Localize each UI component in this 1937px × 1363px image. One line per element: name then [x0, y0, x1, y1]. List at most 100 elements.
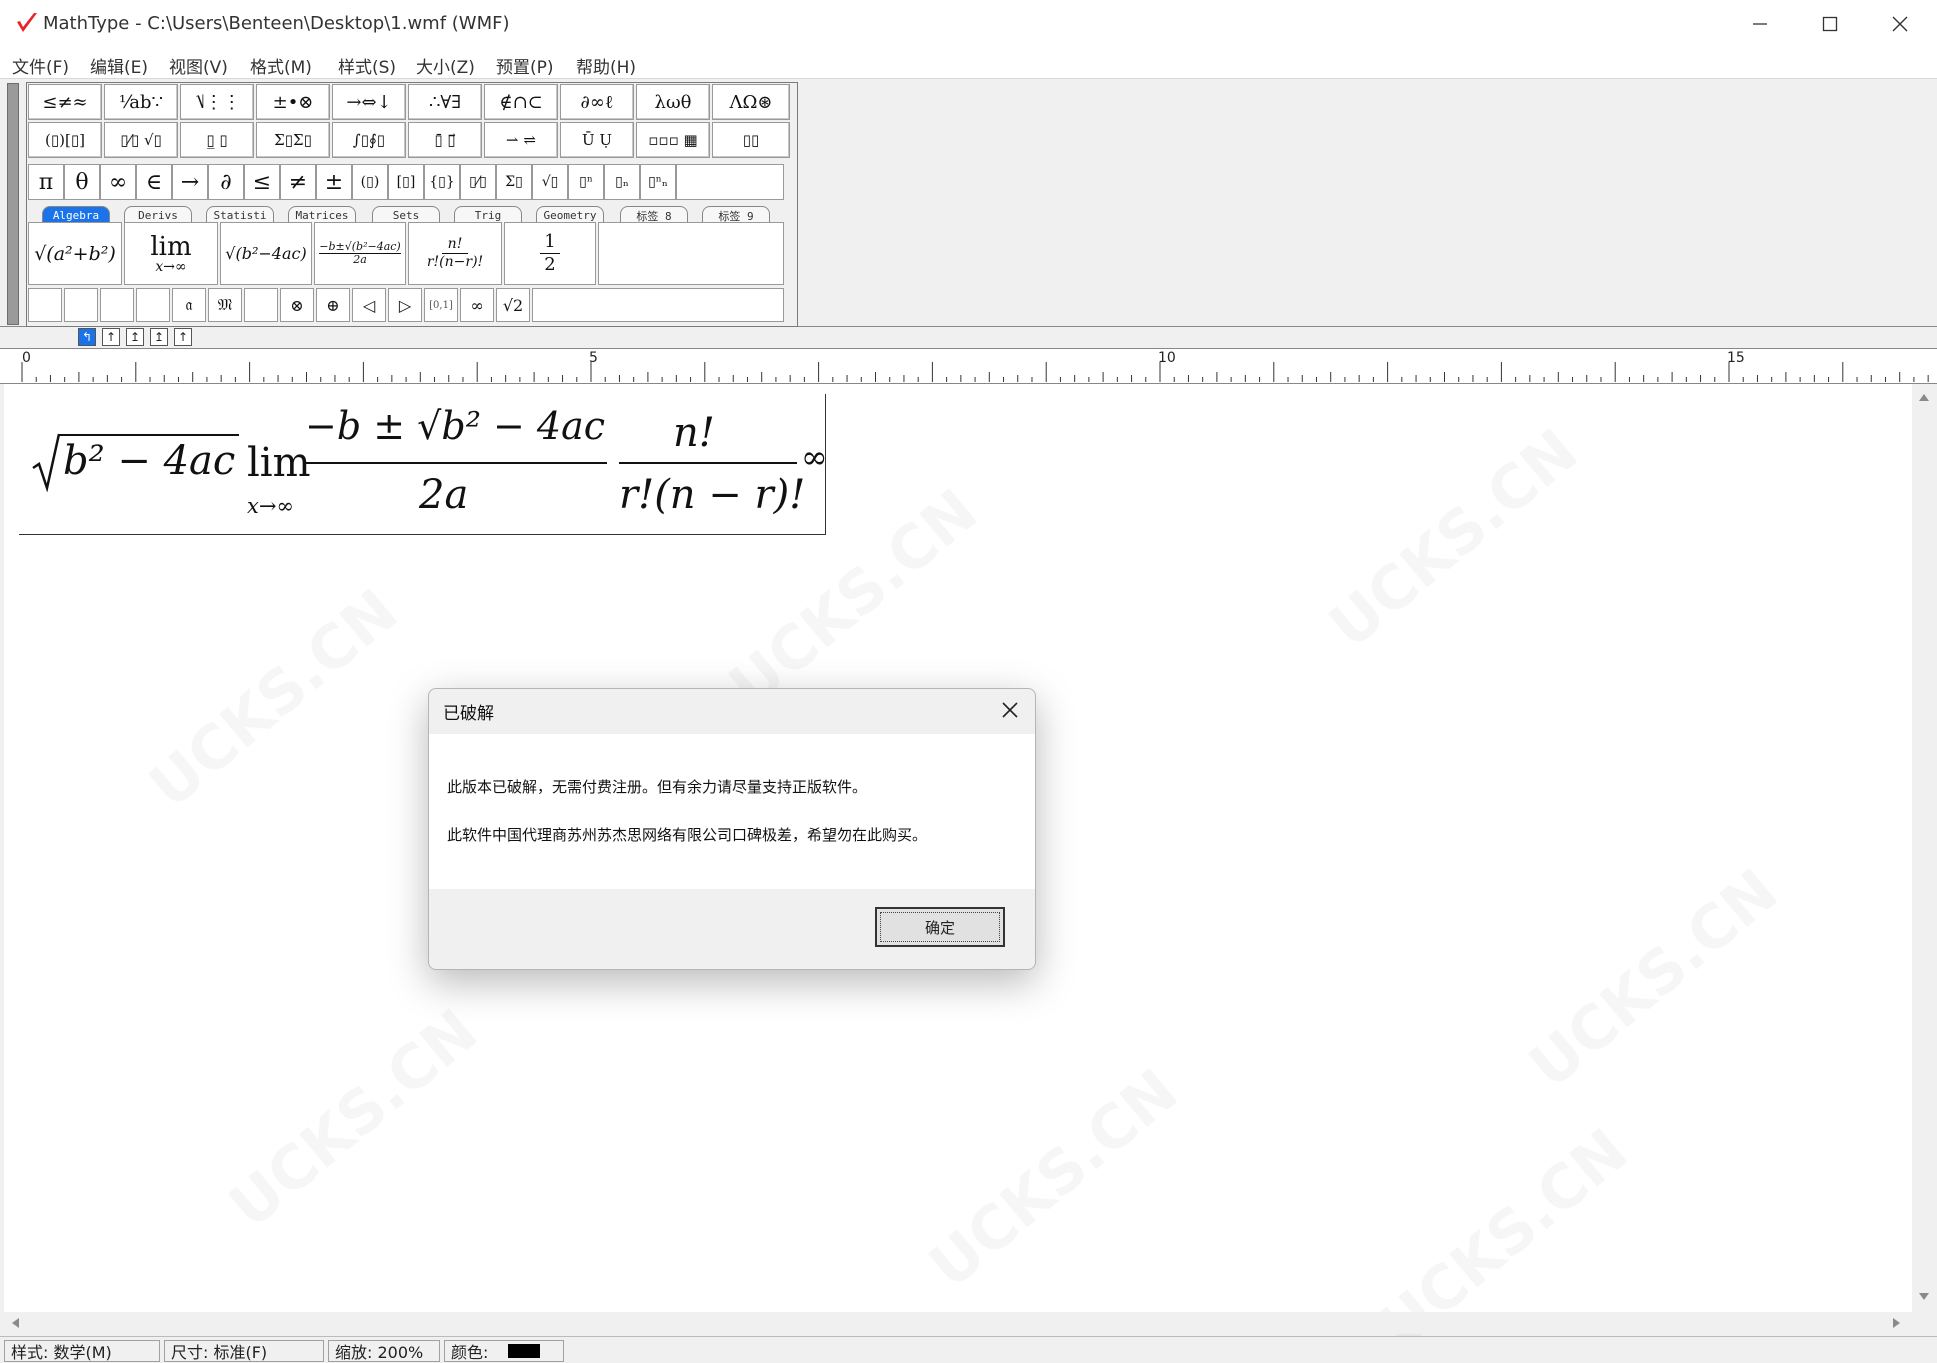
small-slot-2[interactable] — [64, 288, 98, 322]
template-limit[interactable]: lim x→∞ — [124, 222, 218, 285]
watermark: UCKS.CN — [1317, 416, 1591, 662]
minimize-button[interactable] — [1725, 0, 1795, 48]
palette-scripts-button[interactable]: ▯̲ ▯ — [180, 122, 254, 158]
template-empty-slot[interactable] — [598, 222, 784, 285]
nudge-button-5[interactable]: ↑ — [174, 328, 192, 346]
symbol-theta-button[interactable]: θ — [64, 164, 100, 200]
ruler[interactable]: 0 5 10 15 — [0, 348, 1937, 384]
palette-integrals-button[interactable]: ∫▯∮▯ — [332, 122, 406, 158]
template-half[interactable]: 1 2 — [504, 222, 596, 285]
symbol-leq-button[interactable]: ≤ — [244, 164, 280, 200]
template-sqrt-button[interactable]: √▯ — [532, 164, 568, 200]
palette-greek-upper-button[interactable]: ΛΩ⊛ — [712, 84, 790, 120]
symbol-right-triangle-button[interactable]: ▷ — [388, 288, 422, 322]
menu-file[interactable]: 文件(F) — [12, 53, 69, 78]
template-combination[interactable]: n! r!(n−r)! — [408, 222, 502, 285]
horizontal-scrollbar[interactable] — [4, 1312, 1912, 1334]
symbol-left-triangle-button[interactable]: ◁ — [352, 288, 386, 322]
template-hypotenuse[interactable]: √(a²+b²) — [28, 222, 122, 285]
palette-arrows-button[interactable]: →⇔↓ — [332, 84, 406, 120]
palette-misc-button[interactable]: ∂∞ℓ — [560, 84, 634, 120]
status-color[interactable]: 颜色: — [444, 1340, 564, 1362]
template-superscript-button[interactable]: ▯ⁿ — [568, 164, 604, 200]
template-subsup-button[interactable]: ▯ⁿₙ — [640, 164, 676, 200]
symbol-interval-button[interactable]: [0,1] — [424, 288, 458, 322]
equation-lim-subscript: x→∞ — [247, 494, 294, 518]
palette-logic-button[interactable]: ∴∀∃ — [408, 84, 482, 120]
menu-edit[interactable]: 编辑(E) — [90, 53, 148, 78]
symbol-plusminus-button[interactable]: ± — [316, 164, 352, 200]
symbol-fraktur-a-button[interactable]: 𝔞 — [172, 288, 206, 322]
maximize-icon — [1822, 16, 1838, 32]
nudge-button-3[interactable]: ↥ — [126, 328, 144, 346]
palette-matrices-button[interactable]: ▫▫▫ ▦ — [636, 122, 710, 158]
status-style[interactable]: 样式: 数学(M) — [4, 1340, 160, 1362]
palette-embellishments-button[interactable]: ⎷⋮⋮ — [180, 84, 254, 120]
template-fraction-button[interactable]: ▯⁄▯ — [460, 164, 496, 200]
scroll-up-icon[interactable] — [1918, 392, 1930, 402]
equation[interactable]: b² − 4ac lim x→∞ −b ± √b² − 4ac 2a n! r!… — [19, 394, 828, 535]
symbol-oplus-button[interactable]: ⊕ — [316, 288, 350, 322]
palette-fences-button[interactable]: (▯)[▯] — [28, 122, 102, 158]
palette-labeled-arrows-button[interactable]: ⇀ ⇌ — [484, 122, 558, 158]
menu-help[interactable]: 帮助(H) — [576, 53, 636, 78]
nudge-button-1[interactable]: ↰ — [78, 328, 96, 346]
palette-sets-button[interactable]: ∉∩⊂ — [484, 84, 558, 120]
symbol-fraktur-m-button[interactable]: 𝔐 — [208, 288, 242, 322]
cracked-notice-dialog: 已破解 此版本已破解，无需付费注册。但有余力请尽量支持正版软件。 此软件中国代理… — [428, 688, 1036, 970]
symbol-element-of-button[interactable]: ∈ — [136, 164, 172, 200]
template-limit-bottom: x→∞ — [155, 258, 187, 275]
template-half-den: 2 — [544, 254, 556, 275]
template-discriminant[interactable]: √(b²−4ac) — [220, 222, 312, 285]
symbol-otimes-button[interactable]: ⊗ — [280, 288, 314, 322]
template-braces-button[interactable]: {▯} — [424, 164, 460, 200]
symbol-partial-button[interactable]: ∂ — [208, 164, 244, 200]
small-row-empty-slot[interactable] — [532, 288, 784, 322]
palette-boxes-button[interactable]: ▯▯ — [712, 122, 790, 158]
symbols-row-empty-slot[interactable] — [676, 164, 784, 200]
scroll-down-icon[interactable] — [1918, 1292, 1930, 1302]
menu-preferences[interactable]: 预置(P) — [496, 53, 554, 78]
watermark: UCKS.CN — [137, 576, 411, 822]
nudge-button-2[interactable]: ↑ — [102, 328, 120, 346]
symbol-pi-button[interactable]: π — [28, 164, 64, 200]
close-window-button[interactable] — [1865, 0, 1935, 48]
menu-view[interactable]: 视图(V) — [169, 53, 228, 78]
template-quadratic-formula[interactable]: −b±√(b²−4ac) 2a — [314, 222, 406, 285]
status-zoom[interactable]: 缩放: 200% — [328, 1340, 440, 1362]
template-subscript-button[interactable]: ▯ₙ — [604, 164, 640, 200]
nudge-button-4[interactable]: ↥ — [150, 328, 168, 346]
small-slot-1[interactable] — [28, 288, 62, 322]
symbol-infinity-button[interactable]: ∞ — [100, 164, 136, 200]
palette-spaces-button[interactable]: ⅟ab∵ — [104, 84, 178, 120]
palette-greek-lower-button[interactable]: λωθ — [636, 84, 710, 120]
menu-size[interactable]: 大小(Z) — [416, 53, 475, 78]
template-parens-button[interactable]: (▯) — [352, 164, 388, 200]
maximize-button[interactable] — [1795, 0, 1865, 48]
scroll-right-icon[interactable] — [1892, 1317, 1902, 1329]
toolbar-grip[interactable] — [7, 83, 19, 325]
template-sum-button[interactable]: Σ▯ — [496, 164, 532, 200]
symbol-infinity-small-button[interactable]: ∞ — [460, 288, 494, 322]
small-slot-4[interactable] — [136, 288, 170, 322]
dialog-ok-button[interactable]: 确定 — [875, 907, 1005, 947]
palette-relations-button[interactable]: ≤≠≈ — [28, 84, 102, 120]
small-slot-7[interactable] — [244, 288, 278, 322]
symbol-sqrt2-button[interactable]: √2 — [496, 288, 530, 322]
dialog-close-button[interactable] — [997, 697, 1023, 723]
palette-products-button[interactable]: Ū Ụ — [560, 122, 634, 158]
palette-bars-button[interactable]: ▯̄ ▯⃗ — [408, 122, 482, 158]
small-slot-3[interactable] — [100, 288, 134, 322]
scroll-left-icon[interactable] — [10, 1317, 20, 1329]
symbol-neq-button[interactable]: ≠ — [280, 164, 316, 200]
symbol-arrow-button[interactable]: → — [172, 164, 208, 200]
template-brackets-button[interactable]: [▯] — [388, 164, 424, 200]
equation-lim: lim — [247, 440, 311, 486]
menu-format[interactable]: 格式(M) — [250, 53, 312, 78]
status-size[interactable]: 尺寸: 标准(F) — [164, 1340, 324, 1362]
palette-fractions-button[interactable]: ▯⁄▯ √▯ — [104, 122, 178, 158]
palette-operators-button[interactable]: ±•⊗ — [256, 84, 330, 120]
menu-style[interactable]: 样式(S) — [338, 53, 396, 78]
palette-summation-button[interactable]: Σ▯Σ▯ — [256, 122, 330, 158]
vertical-scrollbar[interactable] — [1912, 384, 1937, 1312]
